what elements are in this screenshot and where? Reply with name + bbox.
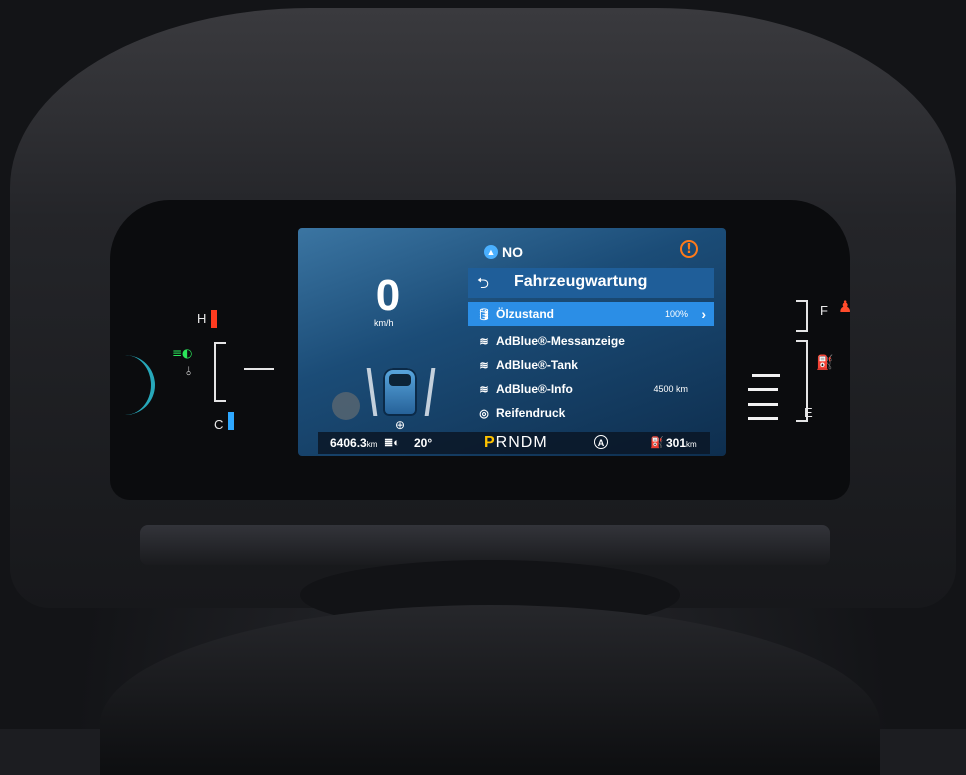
- dashboard-ledge: [140, 525, 830, 565]
- fuel-level-bar: [752, 374, 780, 377]
- menu-item-adblue-gauge[interactable]: ≋ AdBlue®-Messanzeige: [468, 329, 714, 353]
- fuel-empty-label: E: [804, 405, 813, 420]
- adblue-icon: ≋: [479, 335, 489, 348]
- maintenance-menu: ⮌ Fahrzeugwartung 🛢 Ölzustand 100% › ≋ A…: [468, 268, 714, 428]
- auto-start-stop-icon: A: [594, 435, 608, 449]
- center-display: ▲ NO ! 0 km/h ⊕ ⮌ Fahrzeugwartung 🛢 Ölzu…: [298, 228, 726, 456]
- fuel-level-bar: [748, 403, 778, 406]
- temp-needle: [244, 368, 274, 370]
- fuel-pump-icon: ⛽: [816, 354, 834, 370]
- status-circle: [332, 392, 360, 420]
- menu-item-value: 100%: [664, 309, 688, 319]
- menu-item-label: Reifendruck: [496, 406, 566, 420]
- fuel-scale-top: [796, 300, 808, 332]
- adblue-icon: ≋: [479, 383, 489, 396]
- back-icon[interactable]: ⮌: [474, 274, 492, 292]
- headlight-icon: ≣◐: [384, 437, 400, 449]
- temp-hot-bar: [211, 310, 217, 328]
- status-bar: 6406.3km ≣◐ 20° PRNDM A ⛽ 301km: [318, 432, 710, 454]
- fog-light-icon: ≡◐: [172, 346, 193, 360]
- chevron-right-icon: ›: [701, 306, 706, 322]
- compass-icon: ▲: [484, 245, 498, 259]
- temp-cold-bar: [228, 412, 234, 430]
- lane-line-right: [424, 368, 436, 416]
- fuel-full-label: F: [820, 303, 828, 318]
- fuel-level-bar: [748, 417, 778, 420]
- gear-selected: P: [484, 434, 496, 451]
- fuel-range-icon: ⛽: [650, 437, 664, 449]
- menu-item-label: Ölzustand: [496, 307, 555, 321]
- menu-item-adblue-tank[interactable]: ≋ AdBlue®-Tank: [468, 353, 714, 377]
- coolant-icon: ⫰: [186, 364, 192, 378]
- menu-header: ⮌ Fahrzeugwartung: [468, 268, 714, 298]
- adblue-icon: ≋: [479, 359, 489, 372]
- menu-item-value: 4500 km: [653, 384, 688, 394]
- warning-icon: !: [680, 240, 698, 258]
- display-topbar: ▲ NO !: [298, 228, 726, 264]
- odometer: 6406.3km: [330, 436, 378, 450]
- lane-line-left: [366, 368, 378, 416]
- driver-assist-icon: ⊕: [394, 418, 406, 432]
- outside-temperature: 20°: [414, 436, 433, 450]
- menu-item-oil-level[interactable]: 🛢 Ölzustand 100% ›: [468, 302, 714, 326]
- fuel-range: 301km: [666, 436, 697, 450]
- speed-value: 0: [375, 271, 401, 320]
- temp-low-label: C: [214, 417, 224, 432]
- gear-selector: PRNDM: [484, 434, 548, 452]
- compass: ▲ NO: [484, 244, 523, 260]
- menu-item-label: AdBlue®-Tank: [496, 358, 578, 372]
- tire-pressure-icon: ◎: [479, 407, 489, 420]
- temp-scale: [214, 342, 226, 402]
- car-window: [389, 374, 411, 386]
- menu-item-label: AdBlue®-Messanzeige: [496, 334, 625, 348]
- speed-unit: km/h: [374, 318, 394, 328]
- oil-can-icon: 🛢: [477, 308, 491, 321]
- temp-high-label: H: [197, 311, 207, 326]
- fuel-level-bar: [748, 388, 778, 391]
- menu-item-adblue-info[interactable]: ≋ AdBlue®-Info 4500 km: [468, 377, 714, 401]
- seatbelt-warning-icon: ♟: [838, 297, 853, 316]
- menu-title: Fahrzeugwartung: [514, 273, 648, 290]
- menu-item-tire-pressure[interactable]: ◎ Reifendruck: [468, 401, 714, 425]
- gear-options: RNDM: [495, 434, 548, 451]
- menu-item-label: AdBlue®-Info: [496, 382, 573, 396]
- compass-direction: NO: [502, 244, 523, 260]
